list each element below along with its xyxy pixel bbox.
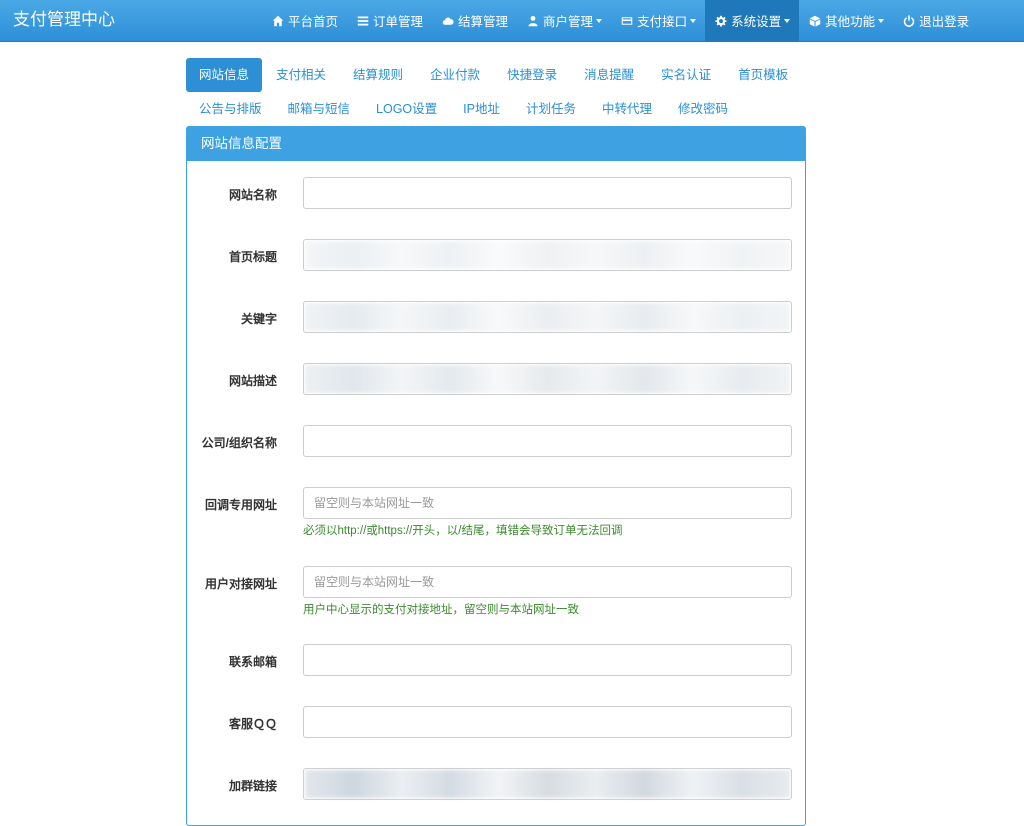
description-label: 网站描述 [228, 374, 277, 388]
power-icon [902, 14, 915, 27]
group-link-label: 加群链接 [228, 779, 277, 793]
keywords-label: 关键字 [240, 312, 277, 326]
tab-proxy[interactable]: 中转代理 [589, 92, 665, 126]
callback-url-label: 回调专用网址 [204, 498, 277, 512]
list-icon [356, 14, 369, 27]
nav-settlement[interactable]: 结算管理 [432, 0, 517, 41]
site-name-input[interactable] [303, 177, 792, 209]
chevron-down-icon [784, 18, 791, 23]
company-label: 公司/组织名称 [201, 436, 277, 450]
tab-logo[interactable]: LOGO设置 [363, 92, 450, 126]
nav-home[interactable]: 平台首页 [262, 0, 347, 41]
cube-icon [808, 14, 821, 27]
group-link-input[interactable] [303, 768, 792, 800]
callback-url-hint: 必须以http://或https://开头，以/结尾，填错会导致订单无法回调 [303, 525, 623, 537]
company-input[interactable] [303, 425, 792, 457]
nav-system-settings[interactable]: 系统设置 [705, 0, 800, 41]
tab-notifications[interactable]: 消息提醒 [571, 58, 647, 92]
nav-other-functions-label: 其他功能 [825, 15, 876, 29]
email-label: 联系邮箱 [228, 655, 277, 669]
nav-logout-label: 退出登录 [919, 15, 970, 29]
gear-icon [714, 14, 727, 27]
home-title-label: 首页标题 [228, 250, 277, 264]
callback-url-input[interactable] [303, 487, 792, 519]
site-info-panel: 网站信息配置 网站名称 首页标题 关键字 网站描述 公司/组织名称 回调专用网址… [186, 126, 806, 826]
qq-label: 客服ＱＱ [228, 717, 277, 731]
nav-merchants-label: 商户管理 [543, 15, 594, 29]
keywords-input[interactable] [303, 301, 792, 333]
user-api-url-hint: 用户中心显示的支付对接地址，留空则与本站网址一致 [303, 604, 579, 616]
tab-row-2: 公告与排版 邮箱与短信 LOGO设置 IP地址 计划任务 中转代理 修改密码 [186, 92, 741, 126]
tab-enterprise-payout[interactable]: 企业付款 [417, 58, 493, 92]
tab-ip[interactable]: IP地址 [450, 92, 513, 126]
main-nav: 平台首页 订单管理 结算管理 商户管理 支付接口 系统设置 其他功能 退出登录 [262, 0, 978, 42]
tab-announcement[interactable]: 公告与排版 [186, 92, 275, 126]
nav-orders-label: 订单管理 [373, 15, 424, 29]
nav-payment-api[interactable]: 支付接口 [611, 0, 705, 41]
nav-system-settings-label: 系统设置 [731, 15, 782, 29]
email-input[interactable] [303, 644, 792, 676]
nav-home-label: 平台首页 [288, 15, 339, 29]
top-navbar: 支付管理中心 平台首页 订单管理 结算管理 商户管理 支付接口 系统设置 其他功… [0, 0, 1024, 42]
chevron-down-icon [878, 18, 885, 23]
panel-title: 网站信息配置 [187, 127, 805, 161]
chevron-down-icon [596, 18, 603, 23]
user-api-url-input[interactable] [303, 566, 792, 598]
user-icon [526, 14, 539, 27]
nav-merchants[interactable]: 商户管理 [517, 0, 611, 41]
tab-row-1: 网站信息 支付相关 结算规则 企业付款 快捷登录 消息提醒 实名认证 首页模板 [186, 58, 802, 92]
nav-other-functions[interactable]: 其他功能 [799, 0, 893, 41]
redacted-value [305, 770, 790, 798]
nav-orders[interactable]: 订单管理 [347, 0, 432, 41]
home-title-input[interactable] [303, 239, 792, 271]
brand-title[interactable]: 支付管理中心 [13, 0, 115, 42]
tab-change-password[interactable]: 修改密码 [665, 92, 741, 126]
nav-logout[interactable]: 退出登录 [893, 0, 978, 41]
tab-mail-sms[interactable]: 邮箱与短信 [275, 92, 364, 126]
tab-settlement-rules[interactable]: 结算规则 [340, 58, 416, 92]
redacted-value [305, 241, 790, 269]
tab-cron[interactable]: 计划任务 [513, 92, 589, 126]
nav-payment-api-label: 支付接口 [637, 15, 688, 29]
chevron-down-icon [690, 18, 697, 23]
tab-site-info[interactable]: 网站信息 [186, 58, 263, 92]
tab-real-name[interactable]: 实名认证 [648, 58, 724, 92]
redacted-value [305, 303, 790, 331]
user-api-url-label: 用户对接网址 [204, 577, 277, 591]
nav-settlement-label: 结算管理 [458, 15, 509, 29]
redacted-value [305, 365, 790, 393]
tab-payment[interactable]: 支付相关 [263, 58, 339, 92]
tab-quick-login[interactable]: 快捷登录 [494, 58, 570, 92]
credit-card-icon [620, 14, 633, 27]
site-name-label: 网站名称 [228, 188, 277, 202]
tab-home-template[interactable]: 首页模板 [725, 58, 801, 92]
cloud-icon [441, 14, 454, 27]
description-input[interactable] [303, 363, 792, 395]
qq-input[interactable] [303, 706, 792, 738]
home-icon [271, 14, 284, 27]
